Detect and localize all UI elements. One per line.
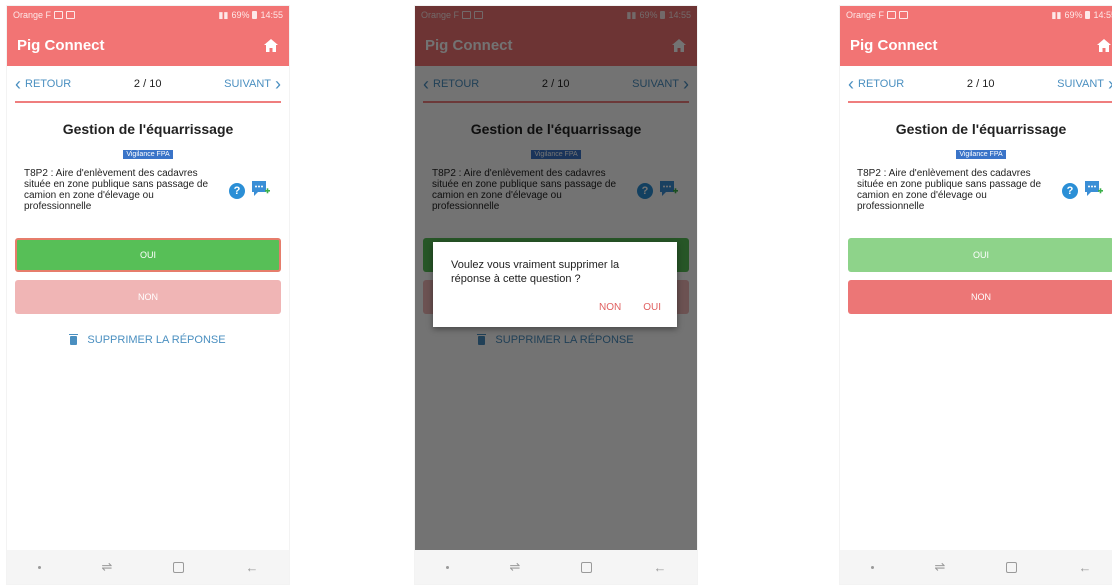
home-square-icon[interactable] [581,561,593,573]
confirm-delete-dialog: Voulez vous vraiment supprimer la répons… [433,242,677,327]
battery-percent: 69% [231,10,250,20]
notification-icon [899,11,909,19]
status-bar: Orange F ▮▮ 69% 14:55 [840,6,1112,24]
system-nav-bar: ⇌ ← [840,550,1112,584]
question-text: T8P2 : Aire d'enlèvement des cadavres si… [24,168,209,212]
dot-icon[interactable] [445,565,449,569]
recent-apps-icon[interactable]: ⇌ [102,559,113,575]
next-link[interactable]: SUIVANT › [224,75,281,93]
home-square-icon[interactable] [1006,561,1018,573]
chevron-right-icon: › [1108,75,1112,93]
battery-icon [252,11,258,19]
clock: 14:55 [1093,10,1112,20]
carrier-label: Orange F [13,10,52,20]
help-icon[interactable]: ? [229,183,245,199]
add-comment-icon[interactable] [1085,181,1103,202]
next-label: SUIVANT [224,78,271,90]
phone-screen-answer-non: Orange F ▮▮ 69% 14:55 Pig Connect ‹ RETO… [840,6,1112,584]
dot-icon[interactable] [37,565,41,569]
question-text: T8P2 : Aire d'enlèvement des cadavres si… [857,168,1042,212]
carrier-label: Orange F [846,10,885,20]
chevron-left-icon: ‹ [15,74,21,94]
back-arrow-icon[interactable]: ← [1078,560,1091,575]
home-square-icon[interactable] [173,561,185,573]
non-button[interactable]: NON [15,280,281,314]
question-nav: ‹ RETOUR 2 / 10 SUIVANT › [840,66,1112,102]
app-bar: Pig Connect [840,24,1112,66]
recent-apps-icon[interactable]: ⇌ [935,559,946,575]
next-link[interactable]: SUIVANT › [1057,75,1112,93]
vigilance-badge: Vigilance FPA [123,150,173,159]
trash-icon [69,333,79,345]
divider [15,101,281,103]
app-bar: Pig Connect [7,24,289,66]
non-button[interactable]: NON [848,280,1112,314]
oui-button[interactable]: OUI [848,238,1112,272]
system-nav-bar: ⇌ ← [7,550,289,584]
status-bar: Orange F ▮▮ 69% 14:55 [7,6,289,24]
back-arrow-icon[interactable]: ← [245,560,258,575]
notification-icon [54,11,64,19]
question-nav: ‹ RETOUR 2 / 10 SUIVANT › [7,66,289,102]
dialog-message: Voulez vous vraiment supprimer la répons… [451,259,620,285]
back-label: RETOUR [858,78,905,90]
dialog-oui-button[interactable]: OUI [643,302,661,313]
chevron-left-icon: ‹ [848,74,854,94]
delete-label: SUPPRIMER LA RÉPONSE [87,334,226,346]
divider [848,101,1112,103]
phone-screen-delete-dialog: Orange F ▮▮ 69% 14:55 Pig Connect ‹ RETO… [415,6,697,584]
back-arrow-icon[interactable]: ← [653,560,666,575]
notification-icon [66,11,76,19]
help-icon[interactable]: ? [1062,183,1078,199]
page-counter: 2 / 10 [133,78,162,90]
dialog-non-button[interactable]: NON [599,302,621,313]
recent-apps-icon[interactable]: ⇌ [510,559,521,575]
delete-answer-button[interactable]: SUPPRIMER LA RÉPONSE [7,333,289,346]
app-title: Pig Connect [850,36,938,54]
back-link[interactable]: ‹ RETOUR [848,75,904,93]
notification-icon [887,11,897,19]
app-title: Pig Connect [17,36,105,54]
question-title: Gestion de l'équarrissage [62,121,234,137]
add-comment-icon[interactable] [252,181,270,202]
next-label: SUIVANT [1057,78,1104,90]
signal-icon: ▮▮ [1051,9,1062,20]
battery-percent: 69% [1064,10,1083,20]
clock: 14:55 [260,10,283,20]
home-icon[interactable] [263,38,279,53]
signal-icon: ▮▮ [218,9,229,20]
oui-button[interactable]: OUI [15,238,281,272]
system-nav-bar: ⇌ ← [415,550,697,584]
dot-icon[interactable] [870,565,874,569]
chevron-right-icon: › [274,74,281,94]
home-icon[interactable] [1096,38,1112,53]
vigilance-badge: Vigilance FPA [956,150,1006,159]
question-title: Gestion de l'équarrissage [895,121,1067,137]
back-link[interactable]: ‹ RETOUR [15,75,71,93]
page-counter: 2 / 10 [966,78,995,90]
back-label: RETOUR [25,78,72,90]
battery-icon [1085,11,1091,19]
phone-screen-answer-oui: Orange F ▮▮ 69% 14:55 Pig Connect ‹ RETO… [7,6,289,584]
